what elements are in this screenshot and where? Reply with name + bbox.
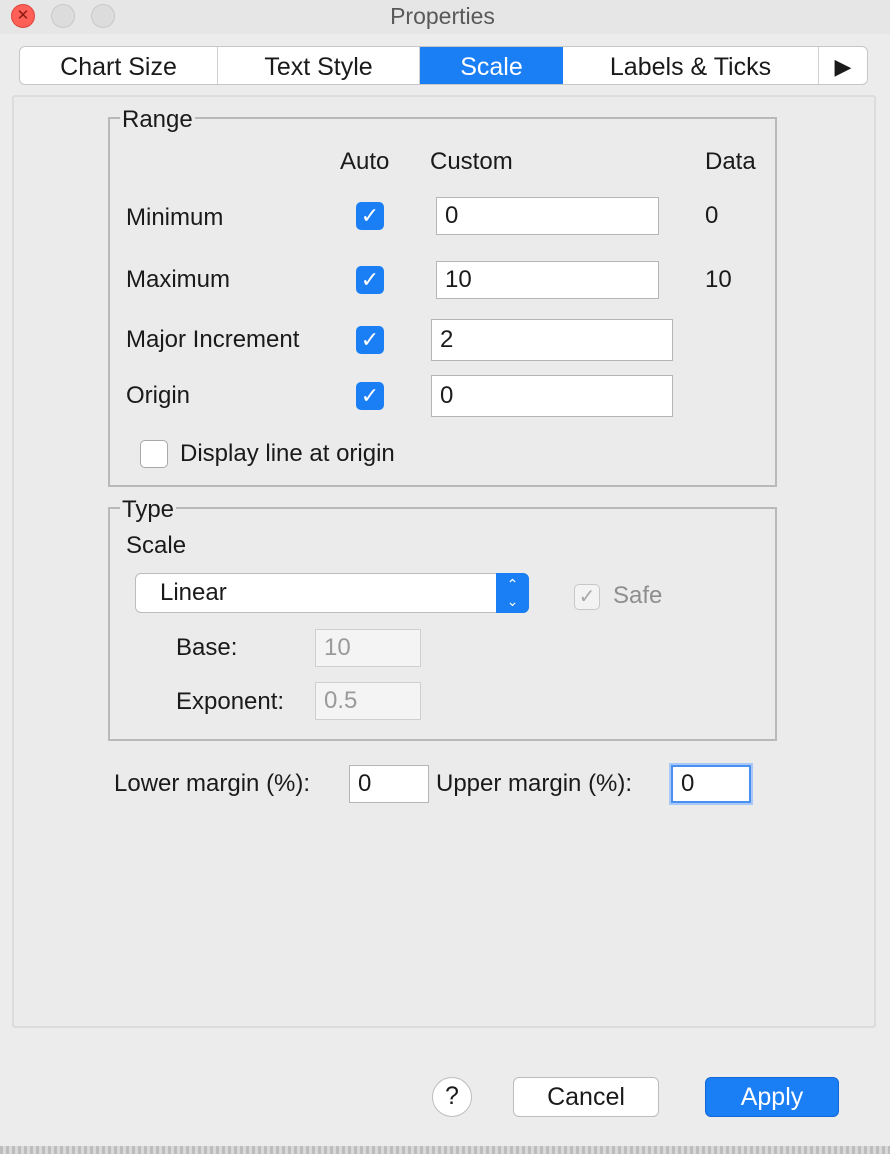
tab-scroll-right-arrow-icon[interactable]: ▶ [819, 47, 867, 84]
origin-label: Origin [126, 382, 191, 409]
minimum-auto-checkbox[interactable]: ✓ [356, 202, 384, 230]
checkmark-icon: ✓ [360, 327, 380, 352]
custom-header: Custom [430, 148, 513, 175]
display-line-label: Display line at origin [180, 440, 395, 467]
scale-select-value: Linear [160, 579, 227, 606]
safe-label: Safe [613, 582, 663, 609]
minimum-label: Minimum [126, 204, 224, 231]
tab-bar: Chart Size Text Style Scale Labels & Tic… [19, 46, 868, 85]
exponent-input[interactable] [315, 682, 421, 720]
tab-scale[interactable]: Scale [420, 47, 563, 84]
checkmark-icon: ✓ [360, 267, 380, 292]
tab-chart-size[interactable]: Chart Size [20, 47, 218, 84]
tab-labels-ticks[interactable]: Labels & Ticks [563, 47, 819, 84]
exponent-label: Exponent: [176, 688, 285, 715]
background-strip [0, 1146, 890, 1154]
upper-margin-label: Upper margin (%): [436, 770, 633, 797]
range-legend: Range [120, 106, 195, 134]
major-increment-label: Major Increment [126, 326, 300, 353]
type-legend: Type [120, 496, 177, 524]
scale-label: Scale [126, 532, 187, 559]
minimum-custom-input[interactable] [436, 197, 659, 235]
maximum-data-value: 10 [705, 266, 732, 293]
scale-select[interactable]: Linear ⌃ ⌄ [135, 573, 529, 613]
window-title: Properties [390, 3, 495, 29]
upper-margin-input[interactable] [671, 765, 751, 803]
data-header: Data [705, 148, 756, 175]
checkmark-icon: ✓ [578, 586, 596, 608]
auto-header: Auto [340, 148, 390, 175]
checkmark-icon: ✓ [360, 203, 380, 228]
origin-custom-input[interactable] [431, 375, 673, 417]
maximum-auto-checkbox[interactable]: ✓ [356, 266, 384, 294]
lower-margin-label: Lower margin (%): [114, 770, 311, 797]
maximum-custom-input[interactable] [436, 261, 659, 299]
lower-margin-input[interactable] [349, 765, 429, 803]
minimum-data-value: 0 [705, 202, 719, 229]
help-button[interactable]: ? [432, 1077, 472, 1117]
major-increment-custom-input[interactable] [431, 319, 673, 361]
base-input[interactable] [315, 629, 421, 667]
apply-button[interactable]: Apply [705, 1077, 839, 1117]
maximum-label: Maximum [126, 266, 231, 293]
major-increment-auto-checkbox[interactable]: ✓ [356, 326, 384, 354]
select-arrows-icon: ⌃ ⌄ [496, 573, 529, 613]
checkmark-icon: ✓ [360, 383, 380, 408]
cancel-button[interactable]: Cancel [513, 1077, 659, 1117]
origin-auto-checkbox[interactable]: ✓ [356, 382, 384, 410]
display-line-checkbox[interactable] [140, 440, 168, 468]
safe-checkbox[interactable]: ✓ [574, 584, 600, 610]
base-label: Base: [176, 634, 238, 661]
tab-text-style[interactable]: Text Style [218, 47, 420, 84]
